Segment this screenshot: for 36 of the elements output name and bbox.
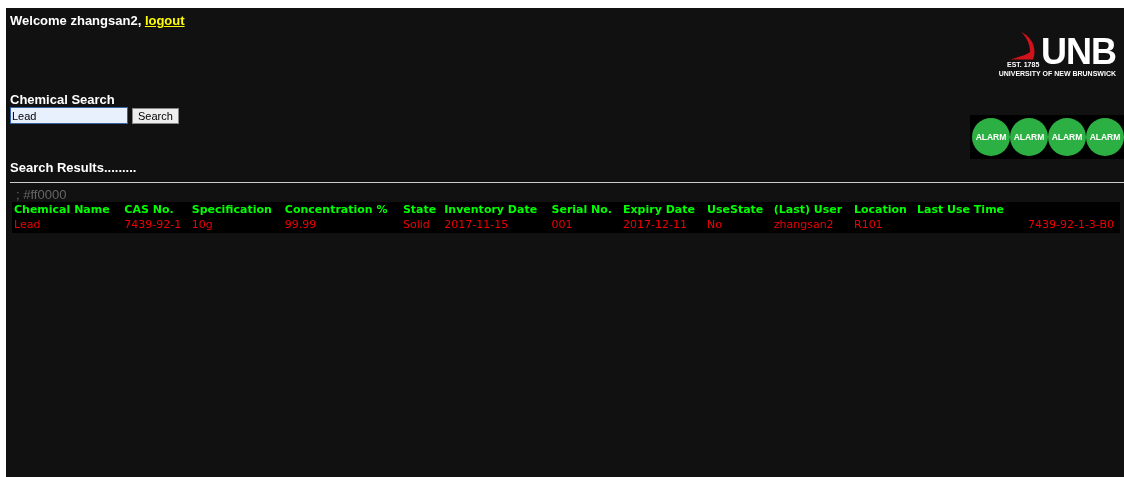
table-cell: 2017-12-11 <box>620 217 706 233</box>
logout-link[interactable]: logout <box>144 13 185 28</box>
alarm-button[interactable]: ALARM <box>972 118 1010 156</box>
alarm-button[interactable]: ALARM <box>1086 118 1124 156</box>
table-cell: 99.99 <box>282 217 401 233</box>
column-header: UseState <box>705 202 772 217</box>
table-cell: No <box>705 217 772 233</box>
column-header: Chemical Name <box>12 202 123 217</box>
column-header: (Last) User <box>771 202 852 217</box>
welcome-text: Welcome zhangsan2, <box>10 13 142 28</box>
column-header: Specification <box>189 202 283 217</box>
column-header: State <box>400 202 443 217</box>
column-header: Serial No. <box>549 202 621 217</box>
table-cell: 2017-11-15 <box>442 217 550 233</box>
column-header: Concentration % <box>282 202 401 217</box>
column-header: Inventory Date <box>442 202 550 217</box>
table-cell: R101 <box>852 217 915 233</box>
column-header: Location <box>852 202 915 217</box>
column-header: CAS No. <box>122 202 190 217</box>
section-title: Chemical Search <box>10 92 116 107</box>
alarm-button[interactable]: ALARM <box>1010 118 1048 156</box>
logo-text: UNB <box>1041 36 1116 68</box>
results-title: Search Results......... <box>10 160 138 175</box>
column-header: Last Use Time <box>915 202 1016 217</box>
search-field[interactable]: Lead <box>10 107 128 124</box>
column-header: Expiry Date <box>620 202 706 217</box>
search-button[interactable]: Search <box>132 107 179 124</box>
table-cell: 001 <box>549 217 621 233</box>
table-cell: Lead <box>12 217 123 233</box>
note-text: ; #ff0000 <box>16 187 68 202</box>
table-cell: 7439-92-1-3-B0 <box>1015 217 1120 233</box>
table-cell: 7439-92-1 <box>122 217 190 233</box>
table-cell: Solid <box>400 217 443 233</box>
table-cell: zhangsan2 <box>771 217 852 233</box>
table-cell: 10g <box>189 217 283 233</box>
alarm-button[interactable]: ALARM <box>1048 118 1086 156</box>
